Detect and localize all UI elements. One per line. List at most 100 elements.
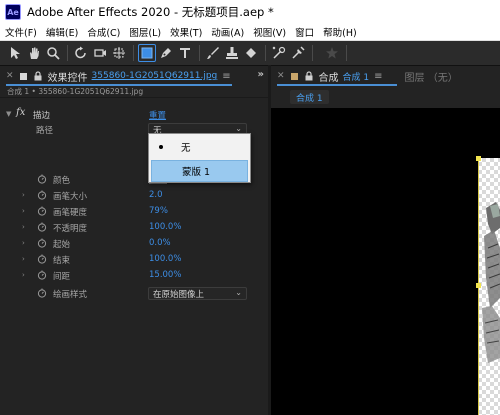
- effect-controls-layer-name[interactable]: 355860-1G2051Q62911.jpg: [92, 71, 218, 81]
- clone-stamp-tool-icon[interactable]: [223, 44, 241, 62]
- property-label: 起始: [53, 240, 71, 250]
- rotate-tool-icon[interactable]: [72, 44, 90, 62]
- footage-icon: [19, 72, 27, 80]
- zoom-tool-icon[interactable]: [44, 44, 62, 62]
- dropdown-option-none[interactable]: 无: [151, 136, 248, 158]
- fx-icon[interactable]: fx: [16, 107, 25, 118]
- star-tool-icon[interactable]: [323, 44, 341, 62]
- menu-composition[interactable]: 合成(C): [83, 25, 125, 39]
- menu-effect[interactable]: 效果(T): [166, 25, 207, 39]
- reset-link[interactable]: 重置: [149, 109, 166, 121]
- effect-name: 描边: [33, 111, 51, 121]
- property-row-brush-hardness: › 画笔硬度 79%: [0, 204, 268, 219]
- stopwatch-icon[interactable]: [37, 254, 47, 264]
- effect-header-row: ▼ fx 描边 重置: [0, 107, 268, 122]
- lock-icon[interactable]: [33, 71, 43, 81]
- effect-controls-tab-title: 效果控件: [47, 72, 88, 84]
- stopwatch-icon[interactable]: [37, 238, 47, 248]
- property-value[interactable]: 2.0: [149, 190, 163, 200]
- chevron-down-icon: ⌄: [235, 124, 242, 133]
- toolbar-separator: [312, 45, 313, 61]
- property-label: 不透明度: [53, 224, 88, 234]
- property-value[interactable]: 79%: [149, 206, 168, 216]
- eraser-tool-icon[interactable]: [242, 44, 260, 62]
- property-value[interactable]: 100.0%: [149, 254, 181, 264]
- layer-image[interactable]: [478, 158, 500, 415]
- property-label: 画笔大小: [53, 192, 88, 202]
- menu-edit[interactable]: 编辑(E): [41, 25, 82, 39]
- composition-tab-title: 合成: [318, 72, 339, 84]
- close-icon[interactable]: ✕: [277, 71, 285, 81]
- property-value[interactable]: 100.0%: [149, 222, 181, 232]
- pen-tool-icon[interactable]: [157, 44, 175, 62]
- expand-panels-icon[interactable]: »: [258, 69, 264, 80]
- menu-view[interactable]: 视图(V): [249, 25, 291, 39]
- puppet-pin-tool-icon[interactable]: [289, 44, 307, 62]
- dropdown-option-label: 蒙版 1: [182, 167, 211, 178]
- composition-tab[interactable]: ✕ 合成 合成 1 ≡ 图层 （无）: [271, 66, 500, 86]
- expand-arrow-icon[interactable]: ›: [22, 271, 25, 279]
- camera-orbit-tool-icon[interactable]: [91, 44, 109, 62]
- menu-help[interactable]: 帮助(H): [319, 25, 362, 39]
- panel-menu-icon[interactable]: ≡: [374, 71, 382, 82]
- composition-subtab[interactable]: 合成 1: [290, 90, 329, 104]
- chevron-down-icon: ⌄: [235, 288, 242, 297]
- stopwatch-icon[interactable]: [37, 288, 47, 298]
- property-label: 绘画样式: [53, 290, 88, 300]
- property-value[interactable]: 0.0%: [149, 238, 171, 248]
- stopwatch-icon[interactable]: [37, 190, 47, 200]
- layer-artwork: [482, 202, 500, 363]
- property-row-end: › 结束 100.0%: [0, 252, 268, 267]
- expand-arrow-icon[interactable]: ›: [22, 207, 25, 215]
- tools-toolbar: [0, 41, 500, 65]
- stopwatch-icon[interactable]: [37, 174, 47, 184]
- property-row-start: › 起始 0.0%: [0, 236, 268, 251]
- effect-controls-tab[interactable]: ✕ 效果控件 355860-1G2051Q62911.jpg ≡ »: [0, 66, 268, 86]
- stopwatch-icon[interactable]: [37, 270, 47, 280]
- property-row-spacing: › 间距 15.00%: [0, 268, 268, 283]
- layer-handle[interactable]: [476, 156, 481, 161]
- selection-tool-icon[interactable]: [6, 44, 24, 62]
- expand-arrow-icon[interactable]: ›: [22, 255, 25, 263]
- type-tool-icon[interactable]: [176, 44, 194, 62]
- rectangle-tool-icon[interactable]: [138, 44, 156, 62]
- toolbar-separator: [265, 45, 266, 61]
- stopwatch-icon[interactable]: [37, 206, 47, 216]
- paint-style-select[interactable]: 在原始图像上 ⌄: [148, 287, 247, 300]
- menu-animation[interactable]: 动画(A): [207, 25, 249, 39]
- layer-handle[interactable]: [476, 283, 481, 288]
- property-label: 结束: [53, 256, 71, 266]
- toolbar-separator: [199, 45, 200, 61]
- path-dropdown-menu: 无 蒙版 1: [148, 133, 251, 183]
- menu-bar: 文件(F) 编辑(E) 合成(C) 图层(L) 效果(T) 动画(A) 视图(V…: [0, 24, 500, 41]
- stopwatch-icon[interactable]: [37, 222, 47, 232]
- composition-icon: [290, 72, 298, 80]
- paint-style-select-value: 在原始图像上: [153, 289, 205, 300]
- menu-layer[interactable]: 图层(L): [125, 25, 166, 39]
- lock-icon[interactable]: [304, 71, 314, 81]
- menu-file[interactable]: 文件(F): [0, 25, 41, 39]
- layer-panel-tab[interactable]: 图层 （无）: [405, 69, 458, 84]
- selected-bullet-icon: [159, 145, 163, 149]
- collapse-arrow-icon[interactable]: ▼: [6, 110, 11, 118]
- property-label: 颜色: [53, 176, 71, 186]
- menu-window[interactable]: 窗口: [291, 25, 319, 39]
- expand-arrow-icon[interactable]: ›: [22, 223, 25, 231]
- property-label: 间距: [53, 272, 71, 282]
- close-icon[interactable]: ✕: [6, 71, 14, 81]
- composition-viewer[interactable]: [271, 108, 500, 415]
- pan-behind-tool-icon[interactable]: [110, 44, 128, 62]
- hand-tool-icon[interactable]: [25, 44, 43, 62]
- active-tab-indicator: [277, 84, 397, 86]
- property-row-paint-style: 绘画样式 在原始图像上 ⌄: [0, 286, 268, 301]
- dropdown-option-mask-1[interactable]: 蒙版 1: [151, 160, 248, 182]
- expand-arrow-icon[interactable]: ›: [22, 191, 25, 199]
- roto-brush-tool-icon[interactable]: [270, 44, 288, 62]
- brush-tool-icon[interactable]: [204, 44, 222, 62]
- expand-arrow-icon[interactable]: ›: [22, 239, 25, 247]
- property-value[interactable]: 15.00%: [149, 270, 181, 280]
- panel-menu-icon[interactable]: ≡: [222, 71, 230, 82]
- toolbar-separator: [133, 45, 134, 61]
- title-bar: Ae Adobe After Effects 2020 - 无标题项目.aep …: [0, 0, 500, 24]
- composition-tab-name[interactable]: 合成 1: [343, 70, 370, 83]
